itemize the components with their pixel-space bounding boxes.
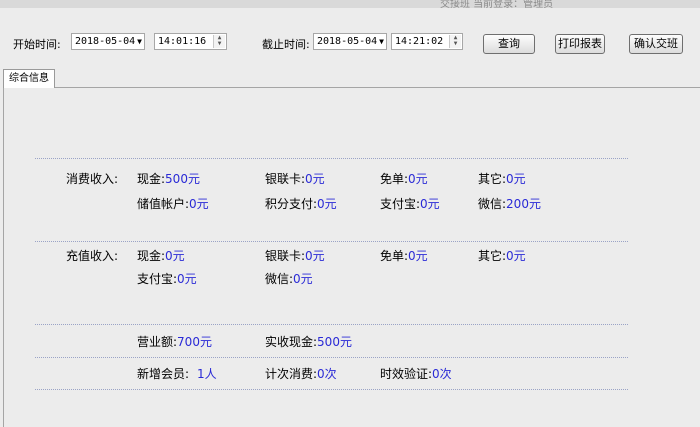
start-time-label: 开始时间: <box>13 38 61 51</box>
consumption-stored-account: 储值帐户:0元 <box>137 197 209 211</box>
end-time-label: 截止时间: <box>262 38 310 51</box>
count-consumption: 计次消费:0次 <box>265 367 337 381</box>
spin-down-icon[interactable]: ▼ <box>214 41 225 47</box>
new-members: 新增会员: 1人 <box>137 367 217 381</box>
tab-summary-info[interactable]: 综合信息 <box>3 69 55 88</box>
recharge-income-label: 充值收入: <box>66 249 119 263</box>
consumption-points: 积分支付:0元 <box>265 197 337 211</box>
consumption-income-label: 消费收入: <box>66 172 119 186</box>
query-button[interactable]: 查询 <box>483 34 535 54</box>
chevron-down-icon[interactable]: ▼ <box>137 34 142 49</box>
divider <box>35 357 628 358</box>
chevron-down-icon[interactable]: ▼ <box>379 34 384 49</box>
start-date-value: 2018-05-04 <box>75 36 136 47</box>
consumption-unionpay: 银联卡:0元 <box>265 172 325 186</box>
end-time-spinner[interactable]: 14:21:02 ▲ ▼ <box>391 33 463 50</box>
divider <box>35 389 628 390</box>
turnover: 营业额:700元 <box>137 335 212 349</box>
divider <box>35 158 628 159</box>
recharge-unionpay: 银联卡:0元 <box>265 249 325 263</box>
recharge-alipay: 支付宝:0元 <box>137 272 197 286</box>
recharge-cash: 现金:0元 <box>137 249 185 263</box>
print-report-button[interactable]: 打印报表 <box>555 34 605 54</box>
recharge-other: 其它:0元 <box>478 249 526 263</box>
consumption-alipay: 支付宝:0元 <box>380 197 440 211</box>
consumption-free: 免单:0元 <box>380 172 428 186</box>
spin-buttons[interactable]: ▲ ▼ <box>449 35 461 48</box>
consumption-other: 其它:0元 <box>478 172 526 186</box>
spin-down-icon[interactable]: ▼ <box>450 41 461 47</box>
divider <box>35 324 628 325</box>
actual-cash: 实收现金:500元 <box>265 335 352 349</box>
recharge-free: 免单:0元 <box>380 249 428 263</box>
timed-verification: 时效验证:0次 <box>380 367 452 381</box>
divider <box>35 241 628 242</box>
end-date-picker[interactable]: 2018-05-04 ▼ <box>313 33 387 50</box>
start-date-picker[interactable]: 2018-05-04 ▼ <box>71 33 145 50</box>
end-date-value: 2018-05-04 <box>317 36 378 47</box>
confirm-shift-button[interactable]: 确认交班 <box>629 34 683 54</box>
start-time-spinner[interactable]: 14:01:16 ▲ ▼ <box>154 33 227 50</box>
consumption-wechat: 微信:200元 <box>478 197 541 211</box>
start-time-value: 14:01:16 <box>158 36 207 47</box>
title-bar: 交接班 当前登录：管理员 <box>0 0 700 10</box>
recharge-wechat: 微信:0元 <box>265 272 313 286</box>
end-time-value: 14:21:02 <box>395 36 444 47</box>
window-title: 交接班 当前登录：管理员 <box>440 0 554 10</box>
spin-buttons[interactable]: ▲ ▼ <box>213 35 225 48</box>
consumption-cash: 现金:500元 <box>137 172 200 186</box>
